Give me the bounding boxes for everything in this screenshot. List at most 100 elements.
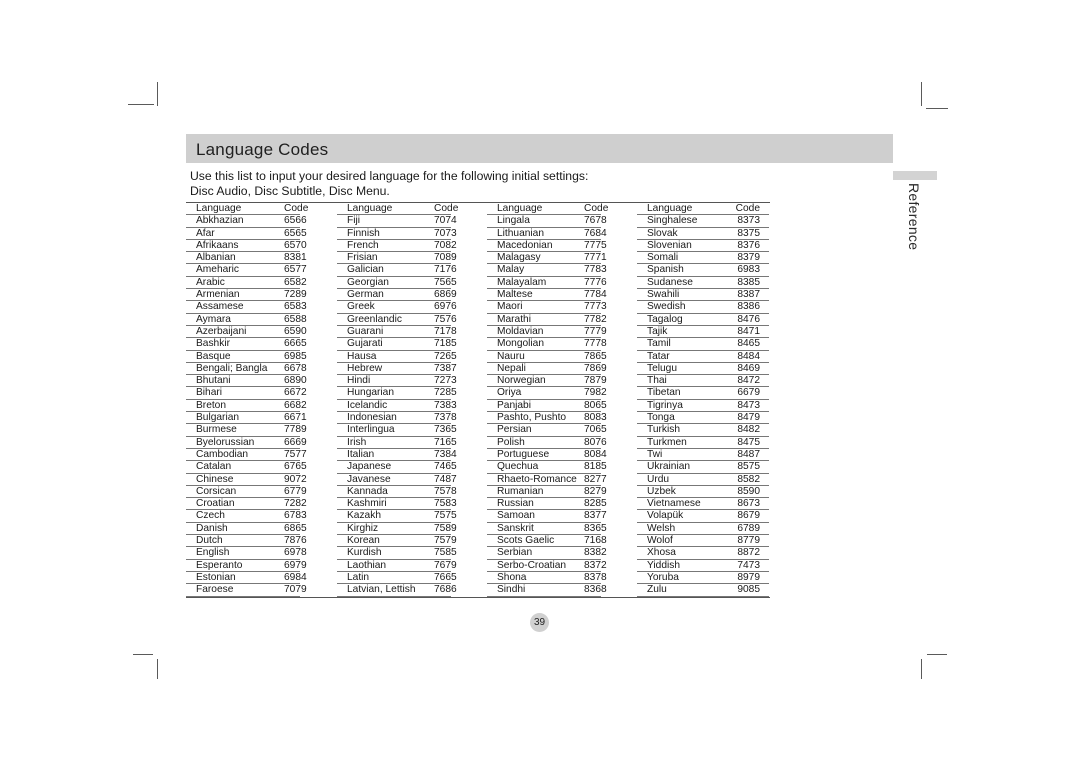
language-name: Somali [647,252,679,264]
language-code: 7575 [434,510,457,522]
language-name: Kirghiz [347,522,379,534]
language-name: Japanese [347,461,392,473]
table-row: Czech 6783 [186,510,307,523]
language-code: 7082 [434,239,457,251]
language-name: Xhosa [647,547,676,559]
language-code: 8475 [737,436,760,448]
language-code: 7465 [434,461,457,473]
language-name: Czech [196,510,225,522]
table-row: Malayalam 7776 [487,277,607,290]
language-code: 8479 [737,412,760,424]
language-code: 7771 [584,252,607,264]
table-row: Vietnamese 8673 [637,498,769,511]
language-code: 8482 [737,424,760,436]
language-name: Gujarati [347,338,383,350]
language-code: 7679 [434,559,457,571]
crop-mark [927,654,947,655]
table-row: Maori 7773 [487,301,607,314]
language-code: 6678 [284,362,307,374]
table-row: Panjabi 8065 [487,400,607,413]
language-code: 6679 [737,387,760,399]
table-row: Shona 8378 [487,572,607,585]
language-code: 7784 [584,289,607,301]
language-code: 9085 [737,584,760,596]
language-name: Maori [497,301,523,313]
table-row: Tajik 8471 [637,325,769,339]
language-code: 8084 [584,448,607,460]
language-name: French [347,239,379,251]
language-name: Marathi [497,313,531,325]
table-row: Fiji 7074 [337,215,457,228]
language-code: 7473 [737,559,760,571]
table-row: Xhosa 8872 [637,547,769,560]
table-row: Greek 6976 [337,301,457,314]
crop-mark [926,108,948,109]
language-code: 8382 [584,547,607,559]
language-code: 7578 [434,485,457,497]
language-code: 6983 [737,264,760,276]
language-name: Byelorussian [196,436,255,448]
table-row: Javanese 7487 [337,473,457,486]
table-row: Bengali; Bangla 6678 [186,363,307,376]
table-row: Rumanian 8279 [487,486,607,499]
table-row: Sanskrit 8365 [487,522,607,536]
language-name: Tamil [647,338,671,350]
language-code: 6672 [284,387,307,399]
language-code: 7879 [584,375,607,387]
table-row: Uzbek 8590 [637,486,769,499]
language-code: 8379 [737,252,760,264]
language-name: Singhalese [647,215,698,227]
language-name: Sudanese [647,276,693,288]
language-code: 6978 [284,547,307,559]
table-row: Bihari 6672 [186,387,307,400]
table-row: Croatian 7282 [186,498,307,511]
table-row: Latvian, Lettish 7686 [337,584,457,597]
crop-mark [128,104,154,105]
language-code: 8679 [737,510,760,522]
table-row: Finnish 7073 [337,228,457,240]
language-name: Cambodian [196,448,249,460]
language-name: Hebrew [347,362,383,374]
table-row: Scots Gaelic 7168 [487,535,607,548]
column-header-code: Code [584,203,609,214]
language-name: Maltese [497,289,533,301]
table-row: Korean 7579 [337,535,457,548]
table-row: Urdu 8582 [637,474,769,486]
language-name: Hindi [347,375,371,387]
table-row: Icelandic 7383 [337,400,457,413]
language-code: 6565 [284,227,307,239]
language-code: 8285 [584,498,607,510]
language-name: Greenlandic [347,313,402,325]
language-name: Scots Gaelic [497,535,555,547]
language-code: 6682 [284,399,307,411]
language-name: Breton [196,399,227,411]
language-name: Arabic [196,276,225,288]
language-code: 8376 [737,239,760,251]
language-code: 6583 [284,301,307,313]
side-tab-label: Reference [906,183,922,251]
language-code: 7789 [284,424,307,436]
crop-mark [921,659,922,679]
language-code: 7176 [434,264,457,276]
language-name: Albanian [196,252,236,264]
language-name: Serbo-Croatian [497,559,567,571]
crop-mark [921,82,922,106]
language-name: Latin [347,571,370,583]
language-name: Latvian, Lettish [347,584,416,596]
language-code: 6979 [284,559,307,571]
language-name: Sanskrit [497,522,534,534]
side-tab-marker [893,171,937,180]
table-row: Nauru 7865 [487,351,607,363]
language-name: Kurdish [347,547,382,559]
language-code: 8083 [584,412,607,424]
language-name: Tonga [647,412,675,424]
language-name: Russian [497,498,534,510]
language-name: Ukrainian [647,461,691,473]
table-row: English 6978 [186,547,307,560]
language-code: 8487 [737,448,760,460]
language-name: Javanese [347,473,391,485]
language-code: 8471 [737,325,760,337]
language-name: Bihari [196,387,223,399]
language-name: Tajik [647,325,668,337]
language-code: 7782 [584,313,607,325]
